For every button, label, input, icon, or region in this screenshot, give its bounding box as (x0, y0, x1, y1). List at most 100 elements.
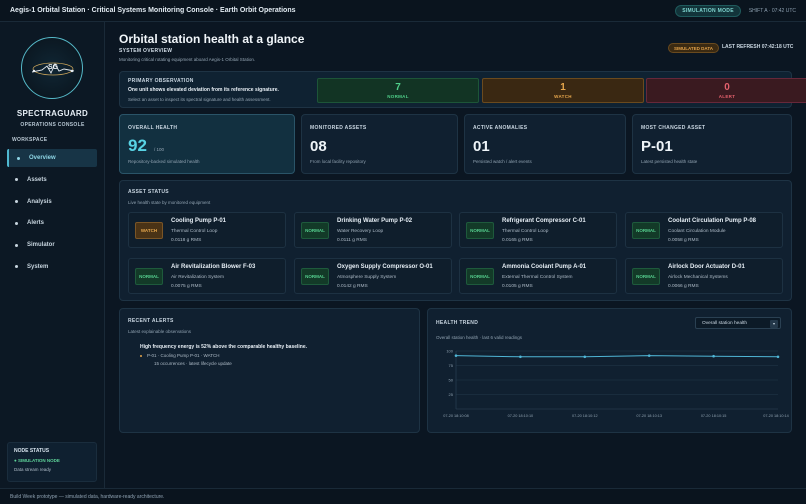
kpi-title: MOST CHANGED ASSET (641, 125, 706, 131)
observation-title: PRIMARY OBSERVATION (128, 78, 194, 84)
bullet-icon (15, 200, 18, 204)
data-point (519, 355, 522, 359)
asset-card-d01[interactable]: NORMAL Airlock Door Actuator D-01 Airloc… (625, 258, 783, 294)
asset-name: Drinking Water Pump P-02 (337, 218, 413, 224)
observation-hint: Select an asset to inspect its spectral … (128, 97, 271, 102)
page-title: Orbital station health at a glance (119, 32, 305, 46)
asset-rms: 0.0058 g RMS (668, 238, 699, 243)
asset-card-p02[interactable]: NORMAL Drinking Water Pump P-02 Water Re… (294, 212, 452, 248)
health-trend-subtitle: Overall station health · last 6 valid re… (436, 335, 523, 340)
data-point (776, 355, 780, 359)
asset-name: Refrigerant Compressor C-01 (502, 218, 586, 224)
y-tick-label: 75 (449, 363, 454, 368)
watch-count-label: WATCH (554, 94, 572, 99)
orbit-logo-icon: SG (31, 62, 75, 76)
alert-line-text: P-01 · Cooling Pump P-01 · WATCH (147, 353, 220, 358)
last-refresh: LAST REFRESH 07:42:18 UTC (722, 44, 794, 50)
active-anomalies-value: 01 (473, 138, 490, 155)
monitored-assets-value: 08 (310, 138, 327, 155)
asset-name: Cooling Pump P-01 (171, 218, 227, 224)
sidebar-item-system[interactable]: System (7, 258, 97, 276)
asset-name: Coolant Circulation Pump P-08 (668, 218, 757, 224)
primary-observation-panel: PRIMARY OBSERVATION One unit shows eleva… (119, 71, 806, 108)
sidebar-item-label: Assets (27, 176, 47, 183)
recent-alerts-panel: RECENT ALERTS Latest explainable observa… (119, 308, 420, 433)
asset-system: Atmosphere Supply System (337, 275, 397, 280)
sidebar-item-label: Analysis (27, 198, 52, 205)
normal-count-card[interactable]: 7 NORMAL (317, 78, 479, 103)
brand-name: SPECTRAGUARD (16, 109, 89, 118)
data-point (583, 355, 587, 359)
node-status-panel: NODE STATUS ● SIMULATION NODE Data strea… (7, 442, 97, 482)
asset-system: Coolant Circulation Module (668, 229, 726, 234)
kpi-title: MONITORED ASSETS (310, 125, 367, 131)
asset-system: Airlock Mechanical Systems (668, 275, 728, 280)
node-status-detail: Data stream ready (14, 467, 52, 472)
spectraguard-logo: SG (21, 37, 83, 99)
recent-alerts-subtitle: Latest explainable observations (128, 329, 192, 334)
bullet-icon (15, 243, 18, 247)
kpi-title: ACTIVE ANOMALIES (473, 125, 528, 131)
status-badge: NORMAL (466, 222, 494, 239)
asset-name: Ammonia Coolant Pump A-01 (502, 264, 587, 270)
asset-card-c01[interactable]: NORMAL Refrigerant Compressor C-01 Therm… (459, 212, 617, 248)
normal-count-label: NORMAL (387, 94, 409, 99)
status-badge: NORMAL (301, 268, 329, 285)
alert-occurrences: 15 occurrences · latest lifecycle update (154, 361, 232, 366)
sidebar-item-label: System (27, 263, 49, 270)
sidebar-item-simulator[interactable]: Simulator (7, 236, 97, 254)
select-value: Overall station health (702, 321, 748, 326)
observation-message: One unit shows elevated deviation from i… (128, 87, 279, 93)
y-tick-label: 100 (446, 349, 453, 354)
asset-system: Water Recovery Loop (337, 229, 384, 234)
sidebar-item-alerts[interactable]: Alerts (7, 214, 97, 232)
sidebar-item-overview[interactable]: Overview (7, 149, 97, 167)
y-tick-label: 25 (449, 392, 454, 397)
asset-rms: 0.0118 g RMS (171, 238, 202, 243)
node-status-state: ● SIMULATION NODE (14, 458, 60, 463)
asset-card-a01[interactable]: NORMAL Ammonia Coolant Pump A-01 Externa… (459, 258, 617, 294)
bullet-icon (15, 178, 18, 182)
most-changed-asset-card: MOST CHANGED ASSET P-01 Latest persisted… (632, 114, 792, 174)
x-tick-label: 07-20 18:10:13 (636, 414, 662, 418)
asset-rms: 0.0142 g RMS (337, 284, 368, 289)
asset-card-f03[interactable]: NORMAL Air Revitalization Blower F-03 Ai… (128, 258, 286, 294)
status-badge: NORMAL (301, 222, 329, 239)
asset-card-p08[interactable]: NORMAL Coolant Circulation Pump P-08 Coo… (625, 212, 783, 248)
asset-rms: 0.0165 g RMS (502, 238, 533, 243)
footer: Build Week prototype — simulated data, h… (0, 488, 806, 504)
asset-name: Airlock Door Actuator D-01 (668, 264, 745, 270)
x-tick-label: 07-20 18:10:08 (443, 414, 469, 418)
kpi-title: OVERALL HEALTH (128, 125, 178, 131)
sidebar: SG SPECTRAGUARD OPERATIONS CONSOLE WORKS… (0, 22, 105, 488)
health-trend-panel: 25 50 75 100 07-20 18:10:08 07-20 18:10:10 07-… (427, 308, 792, 433)
y-tick-label: 50 (449, 378, 454, 383)
kpi-description: Latest persisted health state (641, 159, 698, 164)
data-point (712, 354, 715, 358)
sidebar-item-label: Simulator (27, 242, 55, 249)
workspace-label: WORKSPACE (12, 137, 48, 143)
status-badge: NORMAL (632, 268, 660, 285)
asset-card-p01[interactable]: WATCH Cooling Pump P-01 Thermal Control … (128, 212, 286, 248)
page-description: Monitoring critical rotating equipment a… (119, 57, 256, 62)
simulation-mode-badge[interactable]: SIMULATION MODE (675, 4, 741, 17)
kpi-description: Persisted watch / alert events (473, 159, 532, 164)
bullet-icon (17, 156, 20, 160)
alert-message[interactable]: High frequency energy is 52% above the c… (140, 344, 307, 350)
sidebar-item-label: Overview (29, 155, 56, 161)
asset-card-o01[interactable]: NORMAL Oxygen Supply Compressor O-01 Atm… (294, 258, 452, 294)
trend-metric-select[interactable]: Overall station health ▾ (695, 317, 781, 329)
section-label: SYSTEM OVERVIEW (119, 48, 173, 54)
asset-status-subtitle: Live health state by monitored equipment (128, 200, 211, 205)
data-point (647, 354, 651, 357)
asset-rms: 0.0066 g RMS (668, 284, 699, 289)
shift-indicator: SHIFT A · 07:42 UTC (748, 7, 796, 14)
asset-rms: 0.0075 g RMS (171, 284, 202, 289)
status-badge: NORMAL (632, 222, 660, 239)
sidebar-item-assets[interactable]: Assets (7, 171, 97, 189)
sidebar-item-analysis[interactable]: Analysis (7, 193, 97, 211)
watch-count-card[interactable]: 1 WATCH (482, 78, 644, 103)
alert-count-card[interactable]: 0 ALERT (646, 78, 806, 103)
asset-rms: 0.0105 g RMS (502, 284, 533, 289)
most-changed-asset-value: P-01 (641, 138, 673, 155)
